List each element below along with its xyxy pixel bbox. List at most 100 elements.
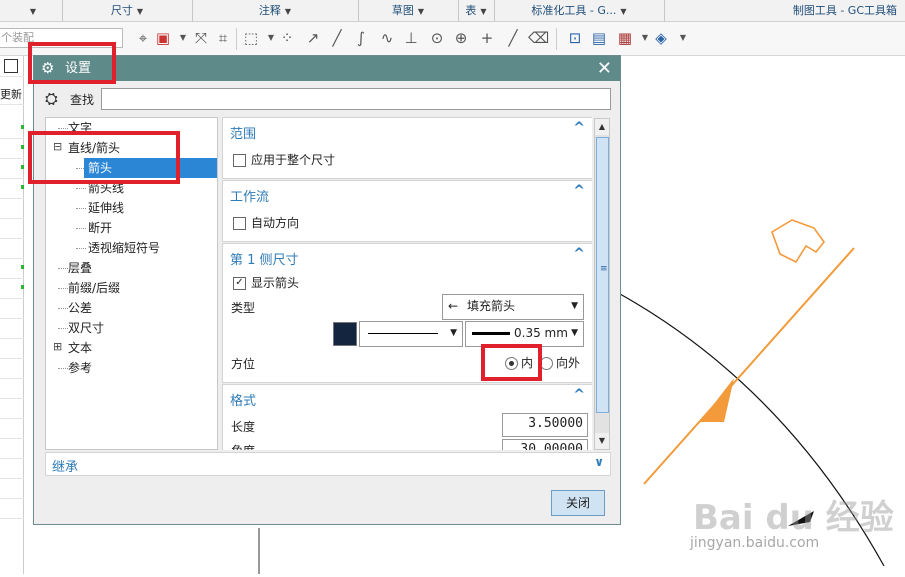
list-item[interactable]: [0, 378, 24, 399]
ribbon-group-dimension[interactable]: 尺寸 ▼: [62, 0, 193, 22]
close-button[interactable]: 关闭: [551, 490, 605, 516]
tree-connector: [58, 308, 68, 309]
section-scope: 范围 ^ 应用于整个尺寸: [222, 117, 592, 179]
window-icon[interactable]: ▤: [590, 29, 608, 47]
ribbon-group-left[interactable]: ▼: [0, 0, 63, 22]
line-icon[interactable]: ↗: [304, 29, 322, 47]
list-item[interactable]: [0, 298, 24, 319]
tree-item-stack[interactable]: 层叠: [68, 258, 92, 278]
move-icon[interactable]: ⤧: [192, 29, 210, 47]
perpendicular-icon[interactable]: ⊥: [402, 29, 420, 47]
section-inherit[interactable]: 继承 ∨: [45, 452, 611, 476]
list-item[interactable]: [0, 56, 24, 77]
tree-connector: [58, 288, 68, 289]
tree-item-break[interactable]: 断开: [88, 218, 112, 238]
point-grid-icon[interactable]: ⁘: [278, 29, 296, 47]
expand-caret-icon[interactable]: ∨: [594, 455, 604, 469]
arrow-type-dropdown[interactable]: ← 填充箭头 ▼: [442, 294, 584, 320]
chevron-down-icon: ▼: [571, 301, 578, 311]
ribbon-group-annotation[interactable]: 注释 ▼: [192, 0, 359, 22]
spline-icon[interactable]: ∿: [378, 29, 396, 47]
list-item[interactable]: [0, 358, 24, 379]
list-item[interactable]: [0, 318, 24, 339]
list-item[interactable]: [0, 198, 24, 219]
snap-icon[interactable]: ⌖: [134, 29, 152, 47]
list-item[interactable]: [0, 118, 24, 139]
color-swatch[interactable]: [333, 322, 357, 346]
find-input[interactable]: [101, 88, 611, 110]
tree-item-foreshortening[interactable]: 透视缩短符号: [88, 238, 160, 258]
scroll-down-icon[interactable]: ▼: [595, 433, 609, 449]
list-item[interactable]: [0, 218, 24, 239]
slash-icon[interactable]: ╱: [504, 29, 522, 47]
list-item[interactable]: [0, 338, 24, 359]
panel-scrollbar[interactable]: ▲ ≡ ▼: [594, 118, 610, 450]
toolbar: ⌖ ▣ ▼ ⤧ ⌗ ⬚ ▼ ⁘ ↗ ╱ ∫ ∿ ⊥ ⊙ ⊕ + ╱ ⌫ ⊡ ▤ …: [0, 22, 905, 56]
part-navigator-strip: 更新: [0, 56, 24, 574]
tree-item-text-node[interactable]: 文本: [68, 338, 92, 358]
chevron-down-icon[interactable]: ▼: [674, 29, 692, 47]
tree-item-tolerance[interactable]: 公差: [68, 298, 92, 318]
list-item[interactable]: [0, 478, 24, 499]
line-segment-icon[interactable]: ╱: [328, 29, 346, 47]
table-icon[interactable]: ▦: [616, 29, 634, 47]
list-item[interactable]: [0, 278, 24, 299]
circle-icon[interactable]: ⊙: [428, 29, 446, 47]
list-item[interactable]: [0, 238, 24, 259]
list-item[interactable]: 更新: [0, 84, 24, 105]
ribbon-group-standard-tools[interactable]: 标准化工具 - G... ▼: [494, 0, 665, 22]
eraser-icon[interactable]: ⌫: [528, 29, 549, 47]
list-item[interactable]: [0, 398, 24, 419]
show-arrow-checkbox[interactable]: ✓: [233, 277, 246, 290]
auto-direction-checkbox[interactable]: [233, 217, 246, 230]
collapse-caret-icon[interactable]: ^: [573, 246, 585, 262]
list-item[interactable]: [0, 158, 24, 179]
tree-connector: [58, 268, 68, 269]
tree-item-dual-dimension[interactable]: 双尺寸: [68, 318, 104, 338]
collapse-caret-icon[interactable]: ^: [573, 183, 585, 199]
ribbon-group-drawing-tools[interactable]: 制图工具 - GC工具箱: [664, 0, 905, 22]
center-icon[interactable]: ⊕: [452, 29, 470, 47]
ribbon-group-bar: ▼ 尺寸 ▼ 注释 ▼ 草图 ▼ 表 ▼ 标准化工具 - G... ▼ 制图工具 - GC…: [0, 0, 905, 22]
list-item[interactable]: [0, 178, 24, 199]
length-input[interactable]: 3.50000: [502, 413, 588, 437]
angle-input[interactable]: 30.00000: [502, 439, 588, 450]
list-item[interactable]: [0, 418, 24, 439]
chevron-down-icon: ▼: [571, 328, 578, 338]
highlight-box-tree: [28, 131, 180, 184]
expand-icon[interactable]: ⊞: [53, 340, 62, 353]
solid-line-icon: [368, 333, 438, 334]
tree-connector: [58, 328, 68, 329]
tree-item-reference[interactable]: 参考: [68, 358, 92, 378]
scrollbar-thumb[interactable]: ≡: [596, 137, 609, 413]
zoom-fit-icon[interactable]: ⊡: [566, 29, 584, 47]
ribbon-group-table[interactable]: 表 ▼: [458, 0, 495, 22]
plus-icon[interactable]: +: [478, 29, 496, 47]
view-icon[interactable]: ◈: [652, 29, 670, 47]
rectangle-select-icon[interactable]: ⬚: [242, 29, 260, 47]
dialog-title-bar[interactable]: ⚙ 设置 ✕: [34, 56, 620, 81]
list-item[interactable]: [0, 258, 24, 279]
list-item[interactable]: [0, 138, 24, 159]
pick-icon[interactable]: ⌗: [214, 29, 232, 47]
binoculars-icon: ⛭: [45, 89, 58, 108]
line-style-dropdown[interactable]: ▼: [359, 321, 463, 347]
tree-connector: [76, 248, 86, 249]
chevron-down-icon[interactable]: ▼: [174, 29, 192, 47]
list-item[interactable]: [0, 498, 24, 519]
collapse-caret-icon[interactable]: ^: [573, 120, 585, 136]
list-item[interactable]: [0, 458, 24, 479]
select-filter-icon[interactable]: ▣: [154, 29, 172, 47]
scroll-up-icon[interactable]: ▲: [595, 119, 609, 135]
curve-icon[interactable]: ∫: [352, 29, 370, 47]
collapse-caret-icon[interactable]: ^: [573, 387, 585, 403]
list-item[interactable]: [0, 438, 24, 459]
section-title: 第 1 侧尺寸: [230, 253, 299, 268]
tree-item-prefix-suffix[interactable]: 前缀/后缀: [68, 278, 120, 298]
watermark-url: jingyan.baidu.com: [690, 535, 820, 551]
thick-line-icon: [472, 332, 510, 335]
close-icon[interactable]: ✕: [597, 56, 612, 81]
tree-item-extension-line[interactable]: 延伸线: [88, 198, 124, 218]
ribbon-group-sketch[interactable]: 草图 ▼: [358, 0, 459, 22]
apply-whole-dimension-checkbox[interactable]: [233, 154, 246, 167]
